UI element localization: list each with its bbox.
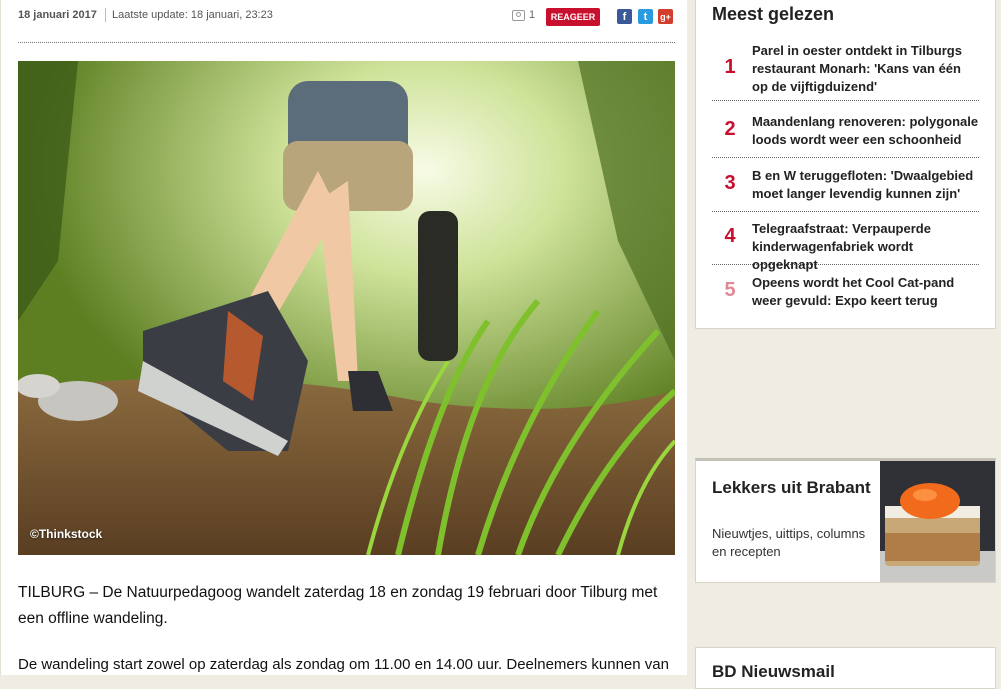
food-box-title[interactable]: Lekkers uit Brabant xyxy=(712,477,872,499)
most-read-link[interactable]: Maandenlang renoveren: polygonale loods … xyxy=(752,113,980,149)
most-read-link[interactable]: Opeens wordt het Cool Cat-pand weer gevu… xyxy=(752,274,980,310)
last-update: Laatste update: 18 januari, 23:23 xyxy=(112,9,273,21)
facebook-share-icon[interactable]: f xyxy=(617,9,632,24)
rank-number: 3 xyxy=(724,172,736,194)
newsletter-box[interactable]: BD Nieuwsmail xyxy=(695,647,996,689)
article-column: 18 januari 2017 Laatste update: 18 janua… xyxy=(0,0,687,675)
newsletter-title: BD Nieuwsmail xyxy=(712,662,835,681)
most-read-title: Meest gelezen xyxy=(712,4,835,24)
image-credit: ©Thinkstock xyxy=(30,527,103,541)
camera-icon xyxy=(512,9,525,21)
most-read-item[interactable]: 2 Maandenlang renoveren: polygonale lood… xyxy=(712,113,979,158)
photo-count[interactable]: 1 xyxy=(512,9,535,21)
rank-number: 1 xyxy=(724,56,736,78)
article-meta-bar: 18 januari 2017 Laatste update: 18 janua… xyxy=(18,0,675,40)
canape-image xyxy=(880,461,995,582)
lekkers-uit-brabant-box[interactable]: Lekkers uit Brabant Nieuwtjes, uittips, … xyxy=(695,458,996,583)
rank-number: 5 xyxy=(724,279,736,301)
rank-number: 4 xyxy=(724,225,736,247)
most-read-link[interactable]: B en W teruggefloten: 'Dwaalgebied moet … xyxy=(752,167,980,203)
article-paragraph: De wandeling start zowel op zaterdag als… xyxy=(18,656,669,673)
photo-count-value: 1 xyxy=(529,9,536,21)
article-lead: TILBURG – De Natuurpedagoog wandelt zate… xyxy=(18,584,658,627)
most-read-link[interactable]: Telegraafstraat: Verpauperde kinderwagen… xyxy=(752,220,980,274)
publish-date: 18 januari 2017 xyxy=(18,9,97,21)
most-read-item[interactable]: 1 Parel in oester ontdekt in Tilburgs re… xyxy=(712,42,979,101)
most-read-box: Meest gelezen 1 Parel in oester ontdekt … xyxy=(695,0,996,329)
most-read-item[interactable]: 3 B en W teruggefloten: 'Dwaalgebied moe… xyxy=(712,167,979,212)
meta-separator xyxy=(105,8,106,22)
article-hero-image[interactable]: ©Thinkstock xyxy=(18,61,675,555)
hiking-photo xyxy=(18,61,675,555)
googleplus-share-icon[interactable]: g+ xyxy=(658,9,673,24)
rank-number: 2 xyxy=(724,118,736,140)
most-read-item[interactable]: 5 Opeens wordt het Cool Cat-pand weer ge… xyxy=(712,274,979,318)
twitter-share-icon[interactable]: t xyxy=(638,9,653,24)
most-read-link[interactable]: Parel in oester ontdekt in Tilburgs rest… xyxy=(752,42,980,96)
meta-divider xyxy=(18,42,675,43)
food-box-subtitle: Nieuwtjes, uittips, columns en recepten xyxy=(712,526,866,559)
food-thumbnail[interactable] xyxy=(880,461,995,582)
react-button[interactable]: REAGEER xyxy=(546,8,600,26)
most-read-item[interactable]: 4 Telegraafstraat: Verpauperde kinderwag… xyxy=(712,220,979,272)
